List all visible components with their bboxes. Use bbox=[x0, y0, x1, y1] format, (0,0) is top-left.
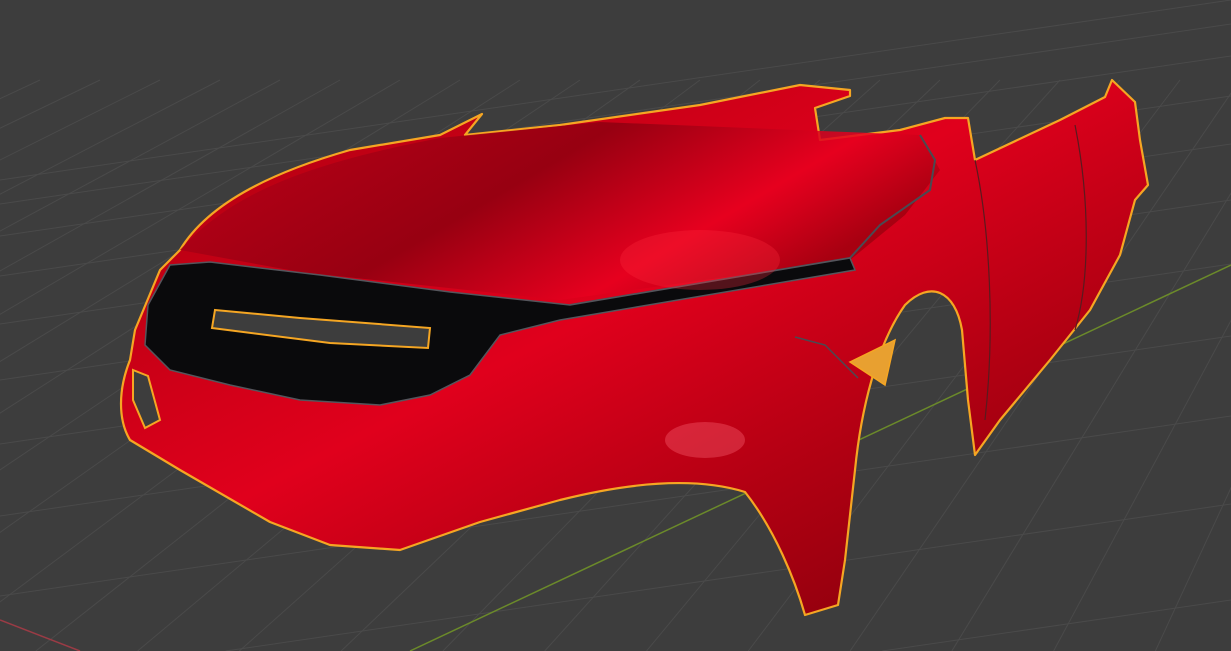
grid-line bbox=[1154, 486, 1231, 651]
3d-viewport[interactable] bbox=[0, 0, 1231, 651]
grid-line bbox=[0, 79, 41, 100]
viewport-canvas[interactable] bbox=[0, 0, 1231, 651]
specular-highlight bbox=[620, 230, 780, 290]
car-body-mesh[interactable] bbox=[119, 78, 1150, 617]
grid-line bbox=[882, 599, 1231, 651]
x-axis-line bbox=[0, 619, 81, 651]
grid-line bbox=[0, 79, 101, 129]
specular-highlight bbox=[665, 422, 745, 458]
